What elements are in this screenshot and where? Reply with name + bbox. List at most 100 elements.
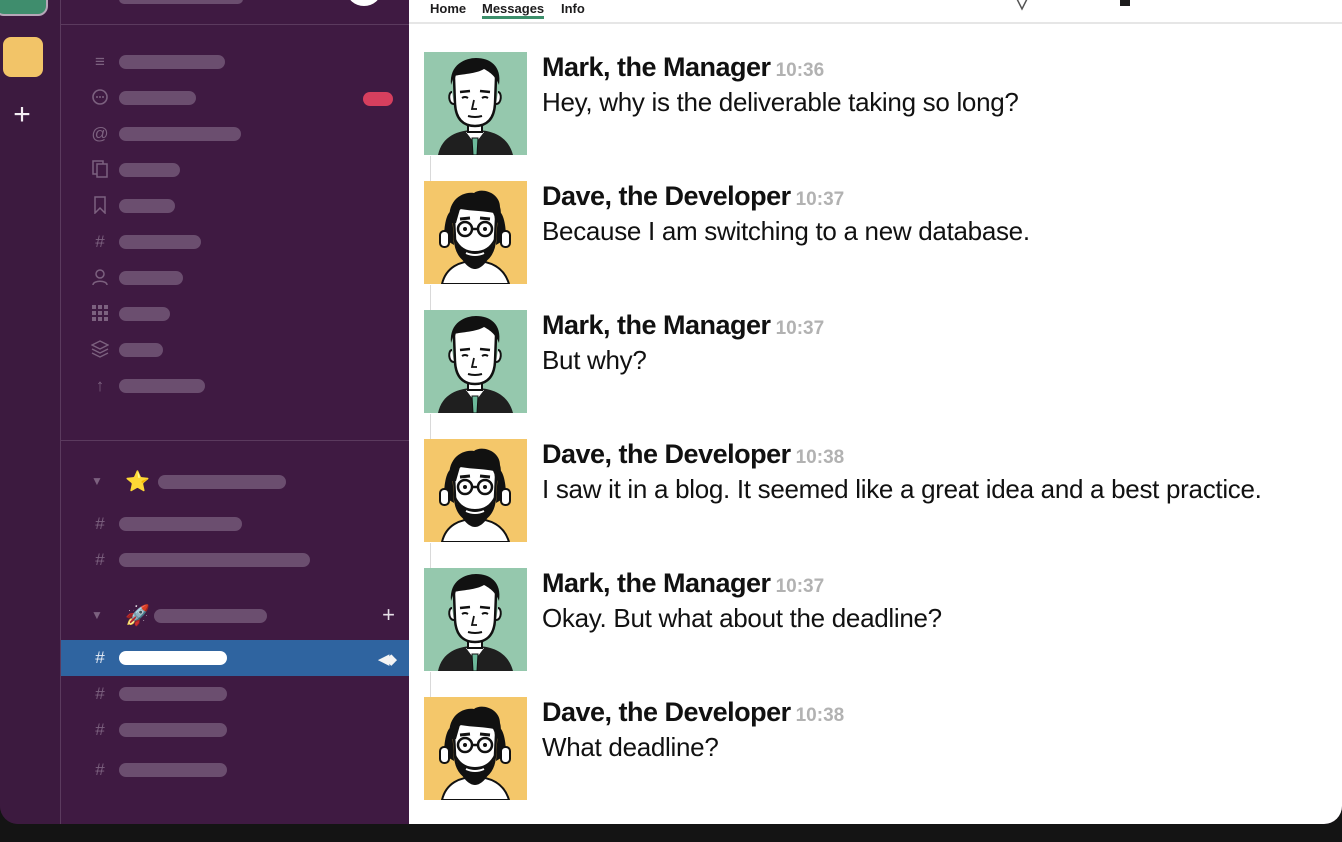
apps-icon: [90, 304, 110, 324]
add-workspace-icon[interactable]: +: [9, 100, 35, 132]
tab-home[interactable]: Home: [430, 1, 466, 16]
sidebar-item-label: [119, 127, 241, 141]
sidebar-item-files[interactable]: [61, 152, 409, 188]
channel-item[interactable]: #: [61, 542, 409, 578]
manager-avatar[interactable]: [424, 310, 527, 413]
hash-icon: #: [95, 514, 105, 533]
sidebar-item-label: [119, 91, 196, 105]
unread-badge: [363, 92, 393, 106]
sidebar-item-people[interactable]: [61, 260, 409, 296]
files-icon: [90, 160, 110, 180]
message-author[interactable]: Dave, the Developer 10:38: [542, 697, 844, 728]
compose-icon[interactable]: [347, 0, 381, 6]
mention-icon: @: [91, 124, 109, 143]
message-author[interactable]: Mark, the Manager 10:36: [542, 52, 824, 83]
message-timestamp[interactable]: 10:37: [796, 189, 845, 210]
message-item[interactable]: Mark, the Manager 10:37 But why?: [424, 310, 1334, 440]
section-label: [154, 609, 267, 623]
message-item[interactable]: Mark, the Manager 10:36 Hey, why is the de…: [424, 52, 1334, 182]
manager-avatar[interactable]: [424, 568, 527, 671]
message-item[interactable]: Dave, the Developer 10:38 What deadline?: [424, 697, 1334, 807]
mute-icon[interactable]: ◀◆: [378, 650, 397, 668]
developer-avatar[interactable]: [424, 697, 527, 800]
hash-icon: #: [95, 232, 105, 251]
sidebar-item-channels[interactable]: #: [61, 224, 409, 260]
threads-icon: [90, 88, 110, 108]
section-label: [158, 475, 286, 489]
workspace-icon[interactable]: [3, 37, 43, 77]
layers-icon: [90, 340, 110, 360]
sidebar-item-all-unreads[interactable]: ≡: [61, 44, 409, 80]
sidebar-item-workflows[interactable]: [61, 332, 409, 368]
sidebar-item-threads[interactable]: [61, 80, 409, 116]
tab-info[interactable]: Info: [561, 1, 585, 16]
sidebar-item-label: [119, 307, 170, 321]
author-name[interactable]: Dave, the Developer: [542, 439, 791, 469]
sidebar-item-mentions[interactable]: @: [61, 116, 409, 152]
author-name[interactable]: Mark, the Manager: [542, 52, 771, 82]
thread-line: [430, 156, 431, 182]
message-text: What deadline?: [542, 732, 719, 762]
arrow-up-icon: ↑: [95, 376, 105, 395]
author-name[interactable]: Mark, the Manager: [542, 568, 771, 598]
message-item[interactable]: Mark, the Manager 10:37 Okay. But what abo…: [424, 568, 1334, 698]
channel-item[interactable]: #: [61, 676, 409, 712]
channel-label: [119, 723, 227, 737]
developer-avatar[interactable]: [424, 181, 527, 284]
add-channel-icon[interactable]: +: [382, 602, 395, 628]
channel-item[interactable]: #: [61, 712, 409, 748]
message-author[interactable]: Mark, the Manager 10:37: [542, 568, 824, 599]
section-starred[interactable]: ▼ ⭐: [61, 464, 409, 500]
star-icon: ⭐: [125, 471, 150, 493]
message-timestamp[interactable]: 10:38: [796, 705, 845, 726]
hash-icon: #: [95, 684, 105, 703]
channel-tabs: Home Messages Info: [409, 0, 1342, 24]
hash-icon: #: [95, 760, 105, 779]
channel-item[interactable]: #: [61, 752, 409, 788]
workspace-icon-current[interactable]: [0, 0, 48, 16]
sidebar-item-apps[interactable]: [61, 296, 409, 332]
author-name[interactable]: Dave, the Developer: [542, 697, 791, 727]
hash-icon: #: [95, 720, 105, 739]
app-window: + ≡ @ # ↑ ▼ ⭐ # # ▼ 🚀 + # ◀◆ # # # Home …: [0, 0, 1342, 824]
message-timestamp[interactable]: 10:36: [776, 60, 825, 81]
sidebar-item-label: [119, 55, 225, 69]
sidebar-item-upgrade[interactable]: ↑: [61, 368, 409, 404]
details-icon[interactable]: [1011, 0, 1033, 12]
sidebar-item-label: [119, 199, 175, 213]
caret-down-icon[interactable]: ▼: [91, 608, 103, 622]
tab-messages[interactable]: Messages: [482, 1, 545, 19]
message-author[interactable]: Dave, the Developer 10:37: [542, 181, 844, 212]
thread-line: [430, 414, 431, 440]
sidebar-item-label: [119, 163, 180, 177]
manager-avatar[interactable]: [424, 52, 527, 155]
hash-icon: #: [95, 648, 105, 667]
developer-avatar[interactable]: [424, 439, 527, 542]
channel-item[interactable]: #: [61, 506, 409, 542]
bookmark-icon: [90, 196, 110, 216]
channel-label: [119, 553, 310, 567]
hash-icon: #: [95, 550, 105, 569]
author-name[interactable]: Mark, the Manager: [542, 310, 771, 340]
lines-icon: ≡: [95, 52, 105, 71]
message-timestamp[interactable]: 10:38: [796, 447, 845, 468]
message-timestamp[interactable]: 10:37: [776, 576, 825, 597]
sidebar-item-label: [119, 379, 205, 393]
channel-label: [119, 763, 227, 777]
sidebar-item-label: [119, 343, 163, 357]
message-item[interactable]: Dave, the Developer 10:37 Because I am swi…: [424, 181, 1334, 311]
message-author[interactable]: Dave, the Developer 10:38: [542, 439, 844, 470]
caret-down-icon[interactable]: ▼: [91, 474, 103, 488]
sidebar-divider: [61, 440, 409, 441]
section-rocket[interactable]: ▼ 🚀 +: [61, 598, 409, 634]
channel-item-active[interactable]: # ◀◆: [61, 640, 409, 676]
message-author[interactable]: Mark, the Manager 10:37: [542, 310, 824, 341]
sidebar: ≡ @ # ↑ ▼ ⭐ # # ▼ 🚀 + # ◀◆ # # #: [61, 0, 409, 824]
channel-label: [119, 687, 227, 701]
message-text: But why?: [542, 345, 647, 375]
message-timestamp[interactable]: 10:37: [776, 318, 825, 339]
header-icon[interactable]: [1120, 0, 1130, 6]
message-item[interactable]: Dave, the Developer 10:38 I saw it in a bl…: [424, 439, 1334, 569]
sidebar-item-saved[interactable]: [61, 188, 409, 224]
author-name[interactable]: Dave, the Developer: [542, 181, 791, 211]
